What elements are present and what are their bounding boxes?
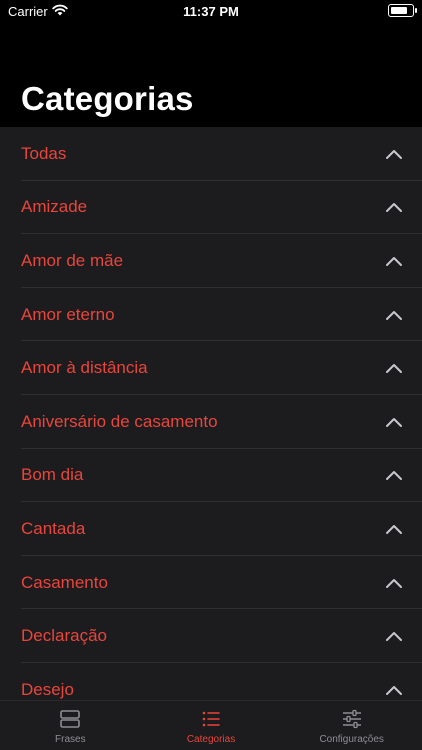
tab-frases[interactable]: Frases <box>0 701 141 750</box>
clock: 11:37 PM <box>183 4 239 19</box>
category-label: Declaração <box>21 626 107 646</box>
category-label: Todas <box>21 143 67 163</box>
frases-icon <box>60 710 81 728</box>
tab-categorias[interactable]: Categorias <box>141 701 282 750</box>
sliders-icon <box>342 709 361 729</box>
tab-configuracoes[interactable]: Configurações <box>281 701 422 750</box>
category-row-amor-a-distancia[interactable]: Amor à distância <box>0 341 422 395</box>
list-icon <box>202 711 220 727</box>
category-label: Amor de mãe <box>21 250 124 270</box>
chevron-up-icon[interactable] <box>385 201 403 213</box>
category-row-casamento[interactable]: Casamento <box>0 556 422 610</box>
category-row-aniversario-de-casamento[interactable]: Aniversário de casamento <box>0 395 422 449</box>
category-row-amor-eterno[interactable]: Amor eterno <box>0 288 422 342</box>
chevron-up-icon[interactable] <box>385 523 403 535</box>
chevron-up-icon[interactable] <box>385 577 403 589</box>
status-bar: Carrier 11:37 PM <box>0 0 422 24</box>
category-label: Cantada <box>21 518 86 538</box>
category-row-bom-dia[interactable]: Bom dia <box>0 449 422 503</box>
tab-label: Frases <box>55 734 86 745</box>
chevron-up-icon[interactable] <box>385 255 403 267</box>
category-row-todas[interactable]: Todas <box>0 127 422 181</box>
tab-label: Configurações <box>319 734 384 745</box>
category-label: Aniversário de casamento <box>21 411 218 431</box>
category-row-declaracao[interactable]: Declaração <box>0 609 422 663</box>
chevron-up-icon[interactable] <box>385 684 403 696</box>
category-row-cantada[interactable]: Cantada <box>0 502 422 556</box>
chevron-up-icon[interactable] <box>385 148 403 160</box>
category-label: Amor eterno <box>21 304 115 324</box>
category-label: Desejo <box>21 679 74 699</box>
tab-label: Categorias <box>186 734 236 745</box>
chevron-up-icon[interactable] <box>385 362 403 374</box>
chevron-up-icon[interactable] <box>385 630 403 642</box>
tab-bar: Frases Categorias Configurações <box>0 700 422 750</box>
category-label: Amizade <box>21 197 88 217</box>
battery-icon <box>388 4 417 17</box>
category-list[interactable]: Todas Amizade Amor de mãe Amor eterno Am… <box>0 127 422 700</box>
chevron-up-icon[interactable] <box>385 416 403 428</box>
chevron-up-icon[interactable] <box>385 309 403 321</box>
category-row-desejo[interactable]: Desejo <box>0 663 422 700</box>
page-title: Categorias <box>21 80 194 117</box>
category-row-amor-de-mae[interactable]: Amor de mãe <box>0 234 422 288</box>
category-label: Casamento <box>21 572 108 592</box>
category-row-amizade[interactable]: Amizade <box>0 181 422 235</box>
chevron-up-icon[interactable] <box>385 469 403 481</box>
category-label: Amor à distância <box>21 358 148 378</box>
category-label: Bom dia <box>21 465 84 485</box>
